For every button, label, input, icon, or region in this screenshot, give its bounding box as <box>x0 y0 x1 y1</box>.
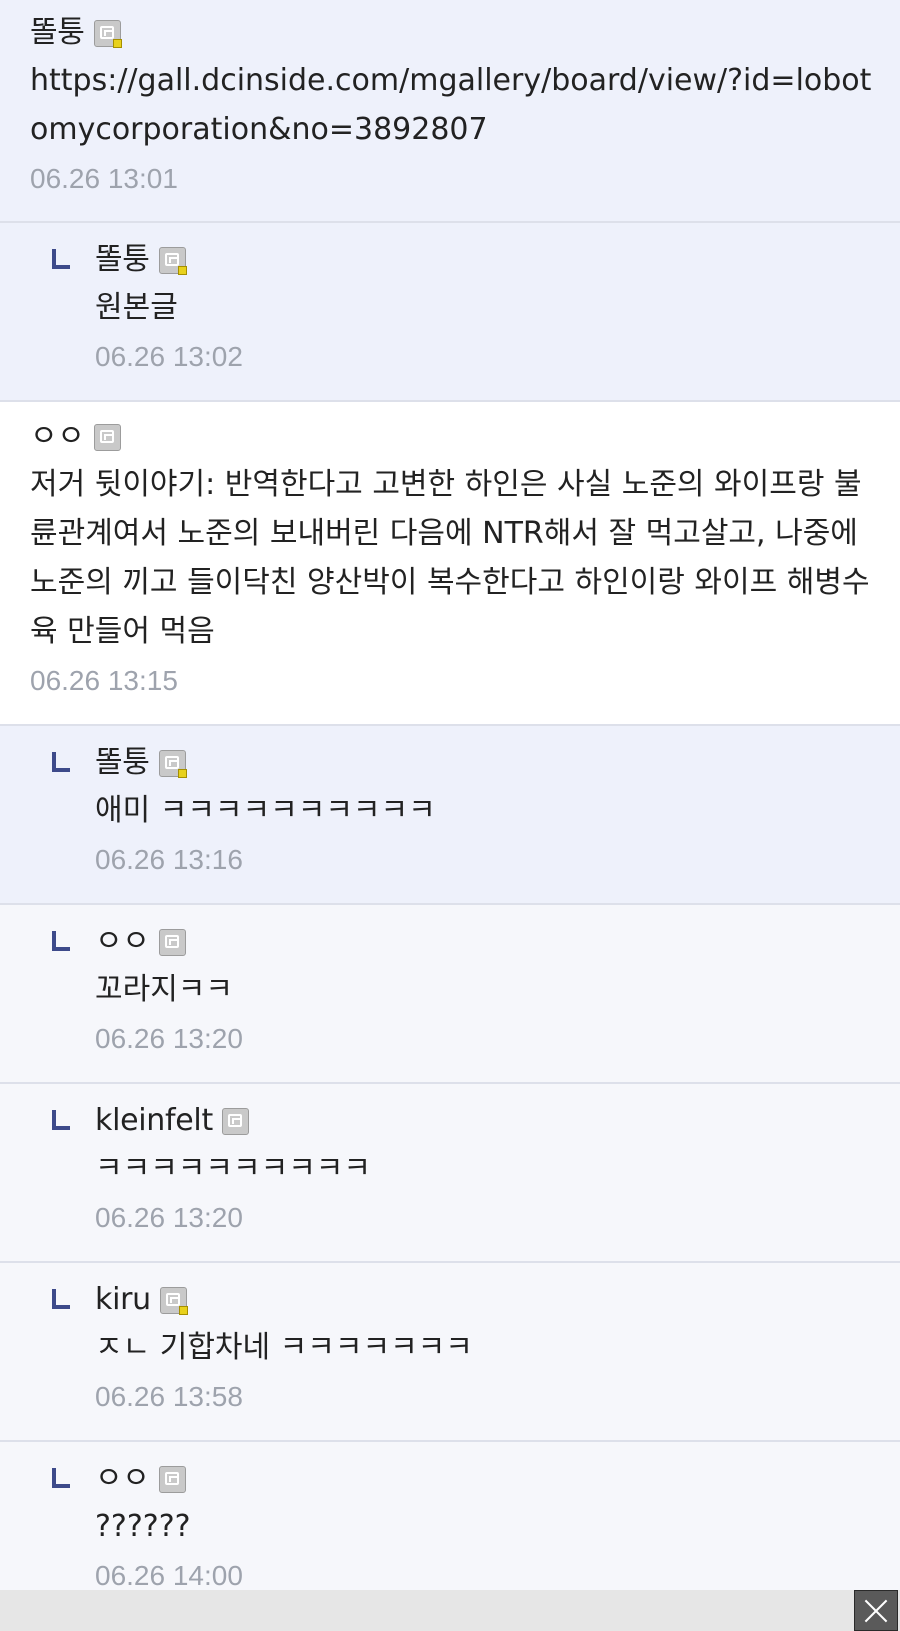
comment-text: 꼬라지ㅋㅋ <box>95 972 233 1007</box>
comment-author[interactable]: kiru <box>95 1283 151 1317</box>
comment-item: ㅇㅇ 저거 뒷이야기: 반역한다고 고변한 하인은 사실 노준의 와이프랑 불륜… <box>0 402 900 726</box>
gallery-user-icon <box>158 1465 186 1493</box>
comment-header: ㅇㅇ <box>95 1462 874 1496</box>
reply-arrow-icon <box>52 752 70 772</box>
comment-date: 06.26 13:15 <box>30 665 178 696</box>
comment-item: 똘퉁 https://gall.dcinside.com/mgallery/bo… <box>0 0 900 223</box>
comment-date: 06.26 13:01 <box>30 163 178 194</box>
reply-item: 똘퉁 원본글 06.26 13:02 <box>0 223 900 402</box>
comment-date: 06.26 14:00 <box>95 1560 243 1591</box>
gallery-user-icon <box>93 423 121 451</box>
gallery-manager-icon <box>159 1286 188 1315</box>
comment-text[interactable]: https://gall.dcinside.com/mgallery/board… <box>30 56 874 154</box>
comment-date: 06.26 13:58 <box>95 1381 243 1412</box>
comment-header: ㅇㅇ <box>95 925 874 959</box>
comment-author[interactable]: 똘퉁 <box>30 16 85 50</box>
reply-arrow-icon <box>52 931 70 951</box>
comment-text: 원본글 <box>95 290 178 325</box>
comment-text: ㅋㅋㅋㅋㅋㅋㅋㅋㅋㅋ <box>95 1151 371 1186</box>
gallery-user-icon <box>221 1107 249 1135</box>
comment-header: 똘퉁 <box>95 243 874 277</box>
comment-header: 똘퉁 <box>30 16 874 50</box>
comment-date: 06.26 13:16 <box>95 844 243 875</box>
comment-author[interactable]: 똘퉁 <box>95 746 150 780</box>
comment-header: kiru <box>95 1283 874 1317</box>
reply-item: kiru ㅈㄴ 기합차네 ㅋㅋㅋㅋㅋㅋㅋ 06.26 13:58 <box>0 1263 900 1442</box>
reply-item: kleinfelt ㅋㅋㅋㅋㅋㅋㅋㅋㅋㅋ 06.26 13:20 <box>0 1084 900 1263</box>
gallery-user-icon <box>158 928 186 956</box>
reply-item: 똘퉁 애미 ㅋㅋㅋㅋㅋㅋㅋㅋㅋㅋ 06.26 13:16 <box>0 726 900 905</box>
gallery-manager-icon <box>158 246 187 275</box>
bottom-ad-bar <box>0 1590 900 1631</box>
comment-header: kleinfelt <box>95 1104 874 1138</box>
comment-header: ㅇㅇ <box>30 420 874 454</box>
comment-author[interactable]: ㅇㅇ <box>30 420 85 454</box>
reply-arrow-icon <box>52 1110 70 1130</box>
reply-arrow-icon <box>52 1468 70 1488</box>
gallery-manager-icon <box>158 749 187 778</box>
comment-author[interactable]: ㅇㅇ <box>95 1462 150 1496</box>
comment-author[interactable]: ㅇㅇ <box>95 925 150 959</box>
comment-text: 저거 뒷이야기: 반역한다고 고변한 하인은 사실 노준의 와이프랑 불륜관계여… <box>30 467 870 649</box>
gallery-manager-icon <box>93 19 122 48</box>
comment-date: 06.26 13:02 <box>95 341 243 372</box>
reply-arrow-icon <box>52 249 70 269</box>
comment-author[interactable]: kleinfelt <box>95 1104 213 1138</box>
comment-text: ?????? <box>95 1509 191 1544</box>
comment-text: 애미 ㅋㅋㅋㅋㅋㅋㅋㅋㅋㅋ <box>95 793 436 828</box>
comment-text: ㅈㄴ 기합차네 ㅋㅋㅋㅋㅋㅋㅋ <box>95 1330 473 1365</box>
comment-header: 똘퉁 <box>95 746 874 780</box>
close-icon[interactable] <box>854 1590 898 1631</box>
reply-item: ㅇㅇ 꼬라지ㅋㅋ 06.26 13:20 <box>0 905 900 1084</box>
comment-date: 06.26 13:20 <box>95 1202 243 1233</box>
comment-date: 06.26 13:20 <box>95 1023 243 1054</box>
reply-arrow-icon <box>52 1289 70 1309</box>
comment-author[interactable]: 똘퉁 <box>95 243 150 277</box>
